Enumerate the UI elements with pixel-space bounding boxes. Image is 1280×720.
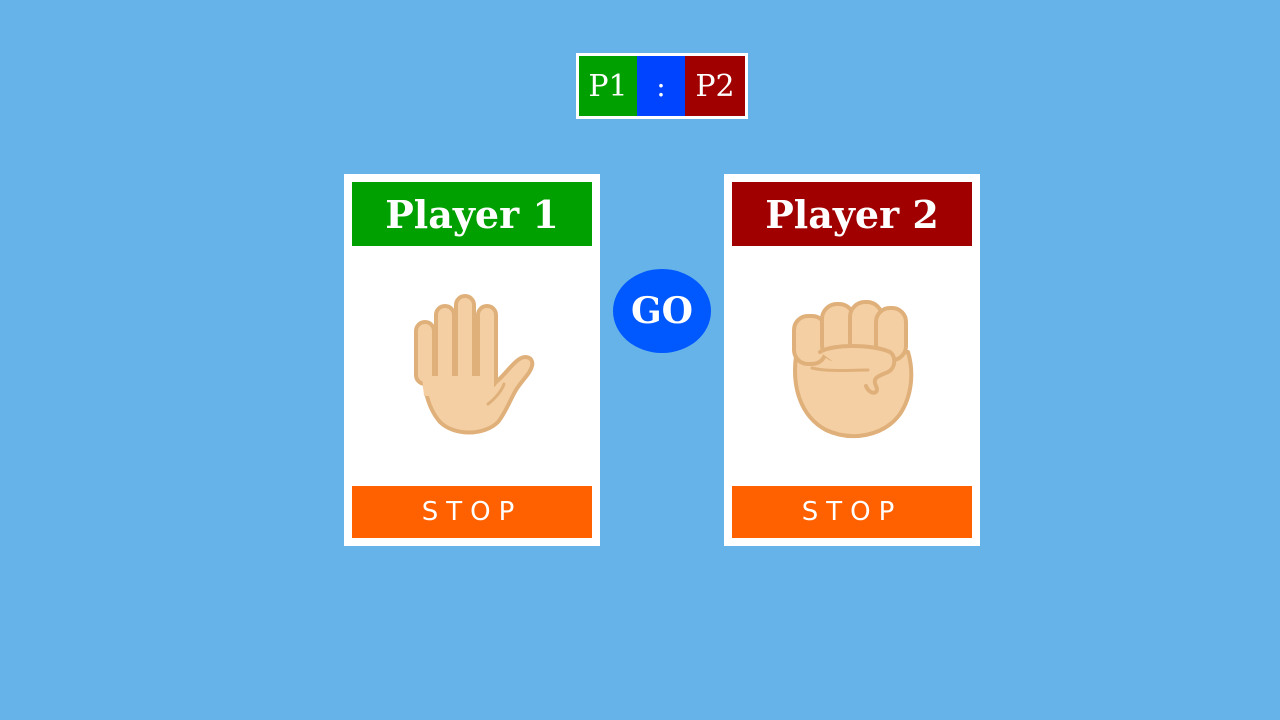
score-p2-label: P2 (685, 56, 745, 116)
player-1-hand (352, 246, 592, 486)
player-2-stop-button[interactable]: STOP (732, 486, 972, 538)
score-separator: : (637, 56, 685, 116)
score-p1-label: P1 (579, 56, 637, 116)
player-2-card: Player 2 STOP (724, 174, 980, 546)
fist-icon (792, 300, 914, 438)
player-2-title: Player 2 (732, 182, 972, 246)
open-hand-icon (414, 294, 535, 435)
player-2-hand (732, 246, 972, 486)
player-1-stop-button[interactable]: STOP (352, 486, 592, 538)
go-button[interactable]: GO (613, 269, 711, 353)
player-1-title: Player 1 (352, 182, 592, 246)
scoreboard: P1 : P2 (576, 53, 748, 119)
player-1-card: Player 1 STOP (344, 174, 600, 546)
